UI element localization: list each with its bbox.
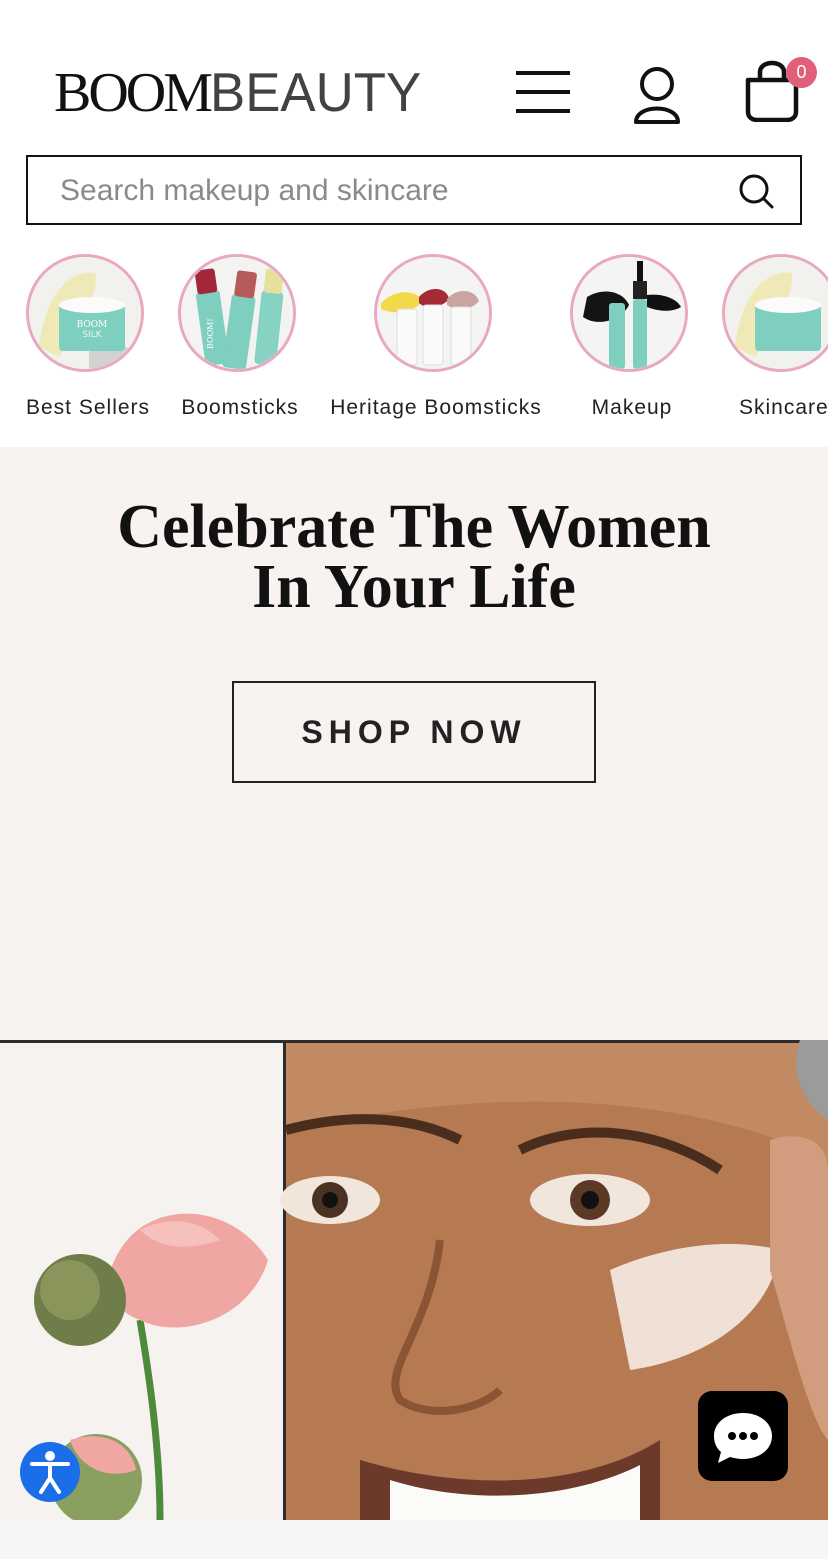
site-header: BOOM BEAUTY 0 (0, 0, 828, 150)
search-icon[interactable] (736, 171, 776, 211)
category-image-makeup (570, 254, 688, 372)
category-carousel: BOOM SILK Best Sellers BOOM! Boomsticks … (0, 250, 828, 440)
user-icon[interactable] (632, 66, 682, 124)
hero-title: Celebrate The Women In Your Life (0, 493, 828, 621)
category-label-heritage-boomsticks: Heritage Boomsticks (330, 396, 542, 419)
hero-title-line-2: In Your Life (252, 553, 576, 621)
brand-logo[interactable]: BOOM BEAUTY (54, 61, 430, 124)
hero-title-line-1: Celebrate The Women (117, 493, 711, 561)
category-label-skincare: Skincare (739, 396, 828, 419)
category-label-makeup: Makeup (591, 396, 673, 419)
product-text-silk: SILK (82, 330, 102, 340)
chat-bubble-icon[interactable] (698, 1391, 788, 1481)
search-input[interactable] (58, 165, 722, 217)
category-image-heritage-boomsticks (374, 254, 492, 372)
category-label-best-sellers: Best Sellers (26, 396, 151, 419)
category-label-boomsticks: Boomsticks (181, 396, 299, 419)
logo-beauty-text: BEAUTY (210, 61, 422, 123)
logo-boom-text: BOOM (54, 62, 213, 124)
category-image-skincare (722, 254, 828, 372)
category-image-boomsticks: BOOM! (178, 254, 296, 372)
cart-count-badge: 0 (786, 57, 817, 88)
shop-now-button[interactable]: SHOP NOW (232, 681, 596, 783)
hamburger-menu-icon[interactable] (516, 66, 570, 118)
product-text-boom: BOOM (77, 320, 108, 330)
search-bar (26, 155, 802, 225)
category-image-best-sellers: BOOM SILK (26, 254, 144, 372)
footer-strip (0, 1520, 828, 1559)
hero-banner: Celebrate The Women In Your Life SHOP NO… (0, 447, 828, 1040)
accessibility-icon[interactable] (20, 1442, 80, 1502)
product-text-stick: BOOM! (206, 318, 215, 349)
